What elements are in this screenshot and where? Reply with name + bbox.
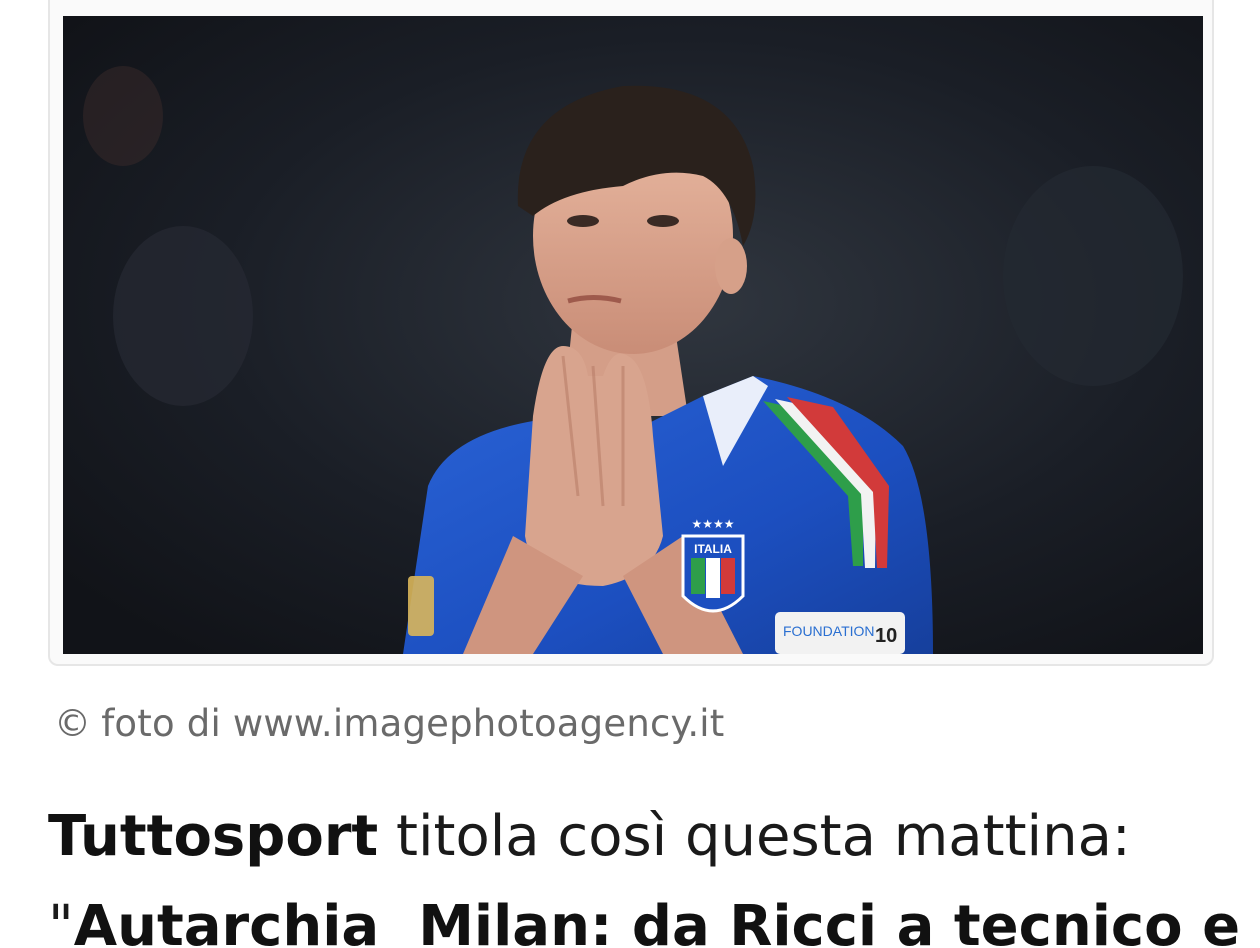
sleeve-badge-number: 10 [875, 625, 897, 647]
photo-credit: © foto di www.imagephotoagency.it [54, 702, 725, 745]
article-line-1: Tuttosport titola così questa mattina: [48, 792, 1248, 882]
source-name: Tuttosport [48, 804, 379, 869]
article-page: ITALIA ★★★★ FOUNDATION 10 © foto di www.i… [0, 0, 1260, 948]
article-photo[interactable]: ITALIA ★★★★ FOUNDATION 10 [63, 16, 1203, 654]
quoted-headline: Autarchia Milan: da Ricci a tecnico e [73, 894, 1241, 948]
svg-text:★★★★: ★★★★ [691, 517, 734, 531]
article-line-2: "Autarchia Milan: da Ricci a tecnico e [48, 882, 1248, 948]
sleeve-badge-text: FOUNDATION [783, 623, 875, 639]
football-player-photo-icon: ITALIA ★★★★ FOUNDATION 10 [63, 16, 1203, 654]
article-text: Tuttosport titola così questa mattina: "… [48, 792, 1248, 948]
crest-text: ITALIA [694, 542, 732, 556]
quote-mark: " [48, 894, 74, 948]
photo-card: ITALIA ★★★★ FOUNDATION 10 [48, 0, 1214, 666]
photo-credit-text: foto di www.imagephotoagency.it [101, 702, 725, 745]
article-line-1-rest: titola così questa mattina: [378, 804, 1131, 869]
copyright-icon: © [54, 702, 92, 745]
